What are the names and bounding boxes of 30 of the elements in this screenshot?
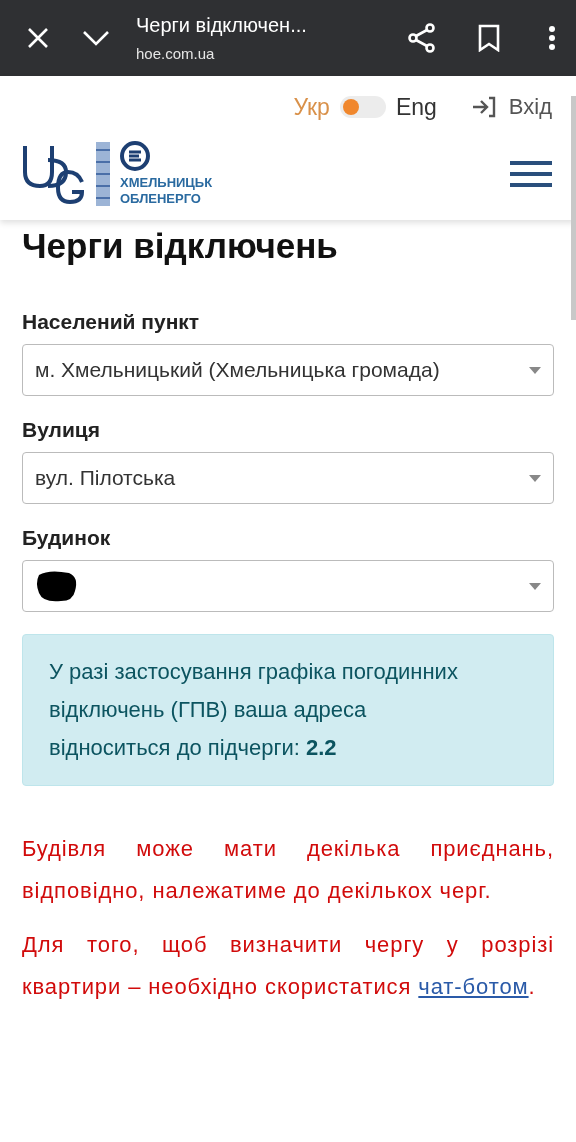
- close-icon: [26, 26, 50, 50]
- info-message: У разі застосування графіка погодинних відключень (ГПВ) ваша адреса відноситься до підчерги: 2.2: [22, 634, 554, 786]
- page-url: hoe.com.ua: [136, 45, 216, 62]
- login-icon: [470, 96, 497, 118]
- page-title: Черги відключень: [22, 226, 339, 266]
- page-tab-title: Черги відключен...: [136, 14, 308, 37]
- oblenergo-logo-icon: [120, 141, 150, 171]
- warning-text: Для того, щоб визначити чергу у розрізі квартири – необхідно скористатися чат-ботом.: [22, 931, 554, 1001]
- chatbot-link[interactable]: чат-ботом: [418, 974, 529, 999]
- menu-button[interactable]: [510, 161, 552, 187]
- share-icon: [408, 23, 436, 53]
- field-label: Будинок: [22, 526, 112, 550]
- language-switch[interactable]: [339, 96, 386, 118]
- ornament-strip-icon: [96, 142, 110, 206]
- bookmark-icon: [478, 24, 500, 52]
- dropdown-arrow-icon: [529, 366, 541, 374]
- login-link[interactable]: Вхід: [470, 94, 552, 120]
- dropdown-arrow-icon: [529, 582, 541, 590]
- dropdown-field[interactable]: вул. Пілотська: [22, 452, 554, 504]
- language-option[interactable]: Eng: [395, 93, 437, 121]
- warning-text: Будівля може мати декілька приєднань, відповідно, належатиме до декількох черг.: [22, 835, 554, 905]
- field-label: Населений пункт: [22, 310, 201, 334]
- dropdown-field[interactable]: м. Хмельницький (Хмельницька громада): [22, 344, 554, 396]
- chevron-down-icon: [82, 30, 110, 46]
- dropdown-arrow-icon: [529, 474, 541, 482]
- more-icon: [548, 25, 556, 51]
- field-label: Вулиця: [22, 418, 101, 442]
- menu-icon: [510, 161, 552, 187]
- dropdown-field[interactable]: [22, 560, 554, 612]
- company-name: ХМЕЛЬНИЦЬК ОБЛЕНЕРГО: [120, 175, 213, 207]
